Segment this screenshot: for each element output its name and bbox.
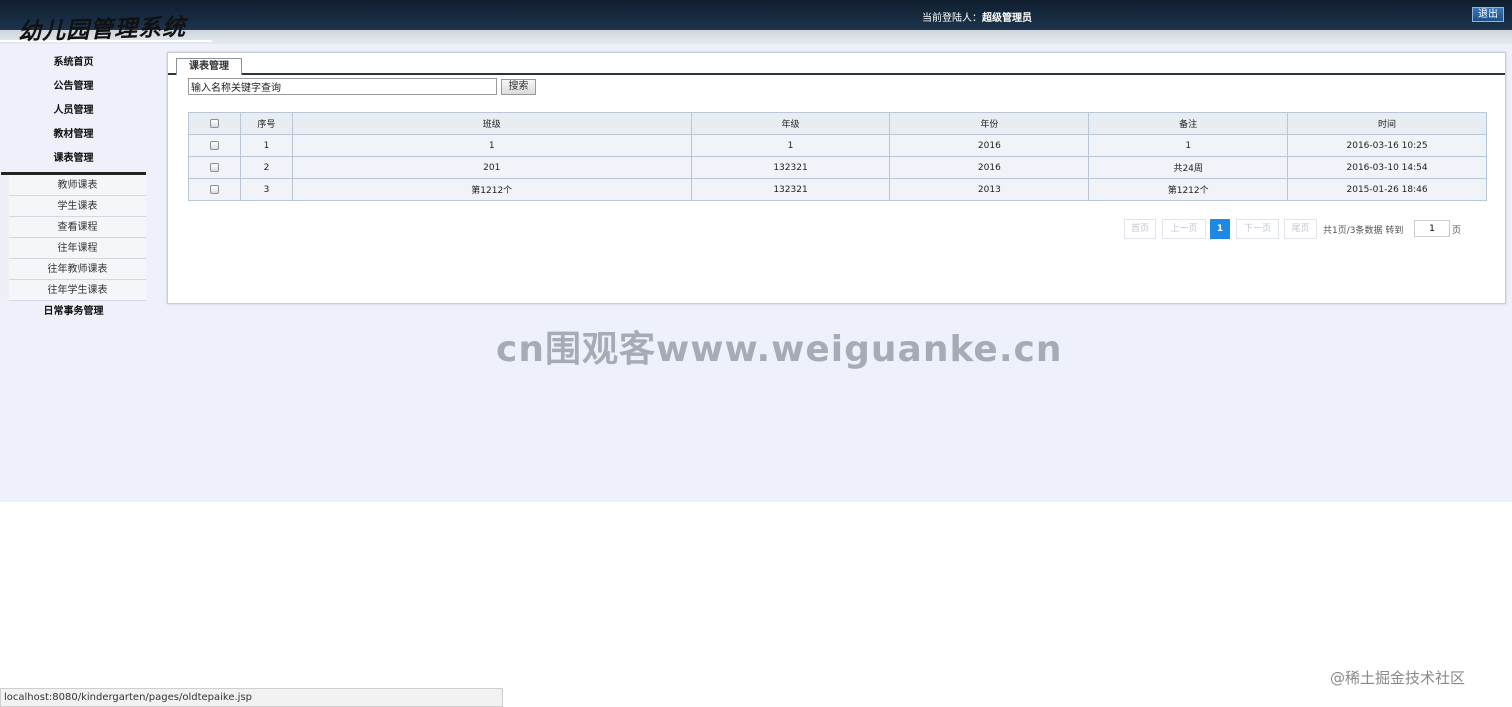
table-row[interactable]: 2 201 132321 2016 共24周 2016-03-10 14:54 bbox=[188, 156, 1487, 179]
pager-next-button[interactable]: 下一页 bbox=[1236, 219, 1279, 239]
schedule-submenu: 教师课表 学生课表 查看课程 往年课程 往年教师课表 往年学生课表 bbox=[1, 172, 146, 301]
watermark: cn围观客www.weiguanke.cn bbox=[496, 329, 1063, 370]
sidebar: 系统首页 公告管理 人员管理 教材管理 课表管理 教师课表 学生课表 查看课程 … bbox=[0, 52, 147, 325]
pager-current-page[interactable]: 1 bbox=[1210, 219, 1230, 239]
browser-status-url: localhost:8080/kindergarten/pages/oldtep… bbox=[0, 688, 503, 707]
table-cell: 1 bbox=[690, 134, 891, 157]
search-button[interactable]: 搜索 bbox=[501, 79, 536, 95]
table-cell: 共24周 bbox=[1088, 156, 1289, 179]
submenu-past-courses[interactable]: 往年课程 bbox=[9, 238, 146, 259]
submenu-view-courses[interactable]: 查看课程 bbox=[9, 217, 146, 238]
select-all-checkbox[interactable] bbox=[209, 118, 219, 128]
submenu-teacher-schedule[interactable]: 教师课表 bbox=[9, 175, 146, 196]
submenu-student-schedule[interactable]: 学生课表 bbox=[9, 196, 146, 217]
pager-goto-input[interactable] bbox=[1414, 220, 1450, 237]
column-header[interactable]: 备注 bbox=[1088, 112, 1289, 135]
table-cell: 2016 bbox=[889, 134, 1090, 157]
sidebar-item-home[interactable]: 系统首页 bbox=[0, 52, 147, 76]
sidebar-item-textbooks[interactable]: 教材管理 bbox=[0, 124, 147, 148]
username: 超级管理员 bbox=[982, 13, 1032, 24]
table-cell: 1 bbox=[291, 134, 692, 157]
column-header[interactable]: 时间 bbox=[1287, 112, 1487, 135]
logout-button[interactable]: 退出 bbox=[1472, 7, 1504, 22]
column-header[interactable]: 年份 bbox=[889, 112, 1090, 135]
welcome-label: 当前登陆人： bbox=[922, 13, 982, 24]
table-row[interactable]: 3 第1212个 132321 2013 第1212个 2015-01-26 1… bbox=[188, 178, 1487, 201]
app-background: 当前登陆人：超级管理员 退出 幼儿园管理系统 系统首页 公告管理 人员管理 教材… bbox=[0, 0, 1512, 502]
table-cell: 2015-01-26 18:46 bbox=[1287, 178, 1487, 201]
select-all-cell bbox=[188, 112, 241, 135]
top-bar: 当前登陆人：超级管理员 退出 bbox=[0, 0, 1512, 30]
table-cell: 第1212个 bbox=[291, 178, 692, 201]
column-header[interactable]: 班级 bbox=[291, 112, 692, 135]
pager-total: 共1页/3条数据 bbox=[1323, 226, 1383, 236]
schedule-table: 序号 班级 年级 年份 备注 时间 1 1 1 2016 1 2016-03-1… bbox=[188, 112, 1487, 201]
table-cell: 第1212个 bbox=[1088, 178, 1289, 201]
tab-schedule-management[interactable]: 课表管理 bbox=[176, 58, 242, 75]
submenu-past-teacher-schedule[interactable]: 往年教师课表 bbox=[9, 259, 146, 280]
table-cell: 3 bbox=[239, 178, 293, 201]
pager-first-button[interactable]: 首页 bbox=[1124, 219, 1156, 239]
sidebar-item-schedule[interactable]: 课表管理 bbox=[0, 148, 147, 172]
table-cell: 2016 bbox=[889, 156, 1090, 179]
row-checkbox[interactable] bbox=[209, 162, 219, 172]
row-select-cell bbox=[188, 156, 241, 179]
sidebar-item-daily-affairs[interactable]: 日常事务管理 bbox=[0, 301, 147, 325]
table-cell: 2013 bbox=[889, 178, 1090, 201]
row-checkbox[interactable] bbox=[209, 140, 219, 150]
table-cell: 2016-03-10 14:54 bbox=[1287, 156, 1487, 179]
row-select-cell bbox=[188, 134, 241, 157]
sidebar-item-announcements[interactable]: 公告管理 bbox=[0, 76, 147, 100]
table-cell: 132321 bbox=[690, 178, 891, 201]
submenu-past-student-schedule[interactable]: 往年学生课表 bbox=[9, 280, 146, 301]
source-credit: @稀土掘金技术社区 bbox=[1330, 669, 1466, 687]
content-panel: 课表管理 搜索 序号 班级 年级 年份 备注 时间 bbox=[167, 52, 1506, 304]
sidebar-item-personnel[interactable]: 人员管理 bbox=[0, 100, 147, 124]
table-cell: 2 bbox=[239, 156, 293, 179]
pager-page-suffix: 页 bbox=[1452, 226, 1462, 236]
table-cell: 1 bbox=[239, 134, 293, 157]
panel-header: 课表管理 bbox=[168, 53, 1505, 75]
search-input[interactable] bbox=[188, 78, 497, 95]
pager-last-button[interactable]: 尾页 bbox=[1284, 219, 1317, 239]
current-user: 当前登陆人：超级管理员 bbox=[922, 9, 1032, 24]
table-cell: 2016-03-16 10:25 bbox=[1287, 134, 1487, 157]
row-select-cell bbox=[188, 178, 241, 201]
pager-goto-label: 转到 bbox=[1385, 226, 1404, 236]
pager-info: 共1页/3条数据 转到 bbox=[1323, 223, 1403, 236]
row-checkbox[interactable] bbox=[209, 184, 219, 194]
table-cell: 1 bbox=[1088, 134, 1289, 157]
table-cell: 132321 bbox=[690, 156, 891, 179]
logo-bar bbox=[0, 30, 1512, 44]
column-header[interactable]: 序号 bbox=[239, 112, 293, 135]
pager-prev-button[interactable]: 上一页 bbox=[1162, 219, 1206, 239]
table-header-row: 序号 班级 年级 年份 备注 时间 bbox=[188, 112, 1487, 135]
app-logo: 幼儿园管理系统 bbox=[17, 13, 187, 46]
table-row[interactable]: 1 1 1 2016 1 2016-03-16 10:25 bbox=[188, 134, 1487, 157]
table-cell: 201 bbox=[291, 156, 692, 179]
column-header[interactable]: 年级 bbox=[690, 112, 891, 135]
